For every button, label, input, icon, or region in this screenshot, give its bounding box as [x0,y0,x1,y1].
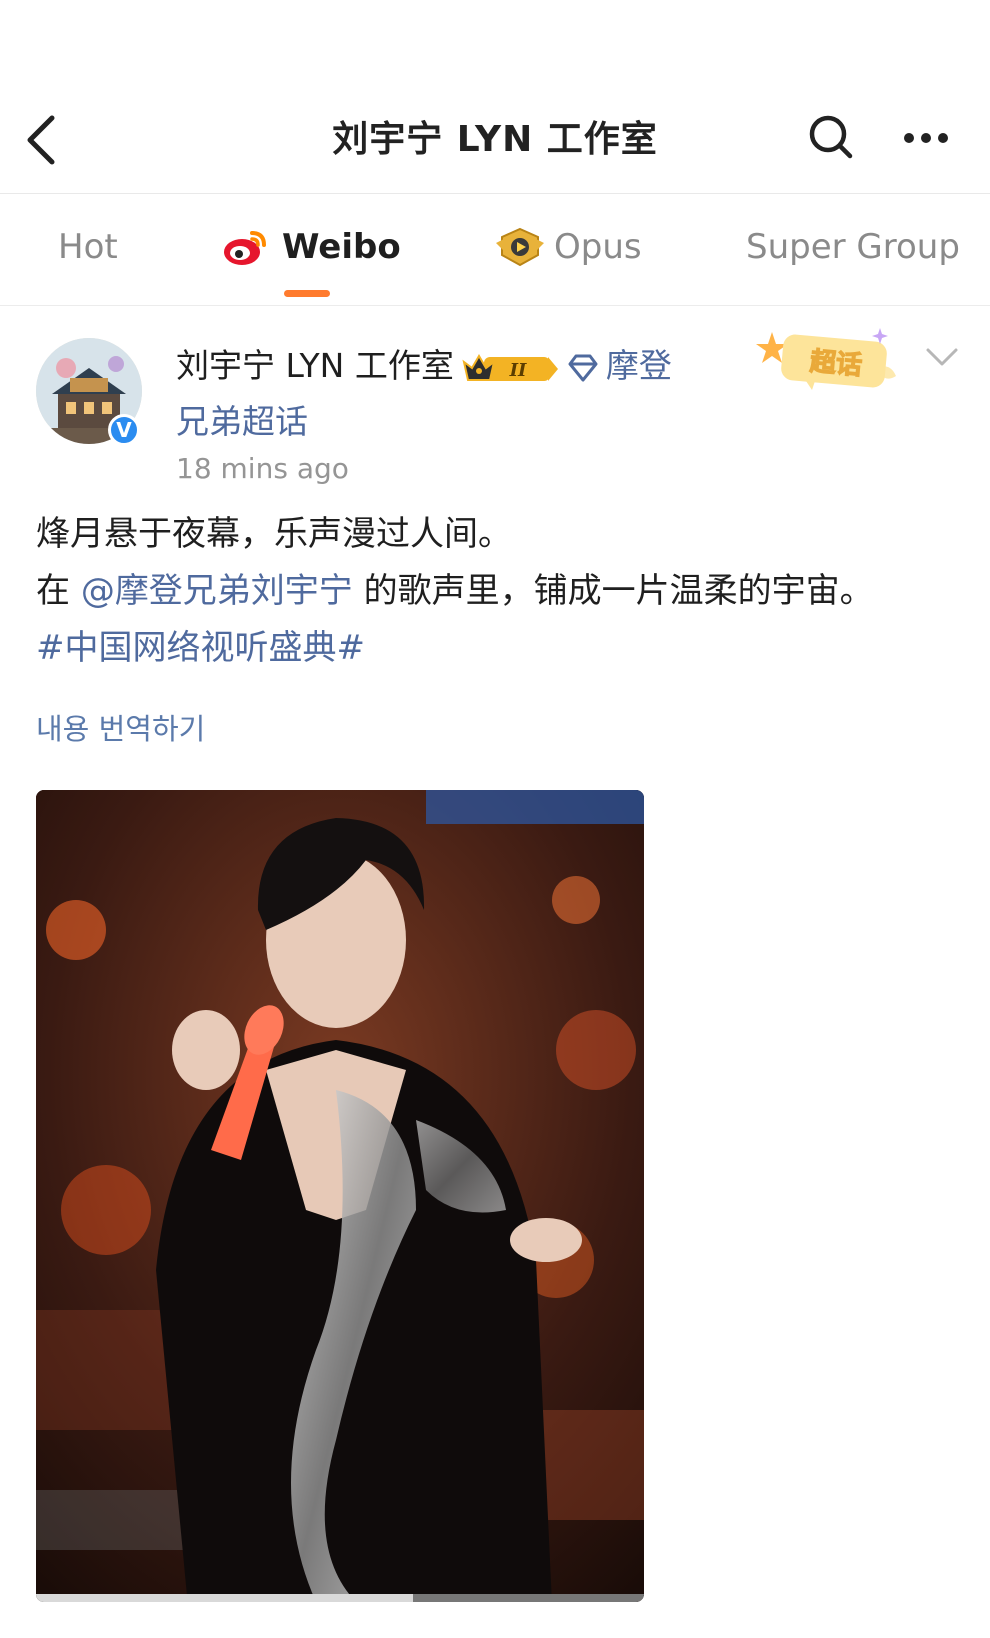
translate-button[interactable]: 내용 번역하기 [36,706,205,748]
search-button[interactable] [808,114,854,160]
post-timestamp: 18 mins ago [176,452,349,485]
post-text-line-2: 在 @摩登兄弟刘宇宁 的歌声里，铺成一片温柔的宇宙。 [36,563,956,620]
tab-hot[interactable]: Hot [58,224,118,270]
chevron-down-icon [926,348,958,366]
singer-photo [36,790,644,1602]
super-topic-sticker-icon[interactable]: 超话 [752,324,912,394]
tab-super-group-label: Super Group [746,227,960,267]
tab-weibo-label: Weibo [282,227,401,267]
post-text-line-1: 烽月悬于夜幕，乐声漫过人间。 [36,514,512,554]
top-navigation-bar: 刘宇宁 LYN 工作室 [0,0,990,194]
post-body: 烽月悬于夜幕，乐声漫过人间。 在 @摩登兄弟刘宇宁 的歌声里，铺成一片温柔的宇宙… [36,506,956,677]
post-text-prefix: 在 [36,571,70,611]
tab-super-group[interactable]: Super Group [746,224,960,270]
profile-tabs: Hot Weibo Opus Super Group [0,194,990,306]
more-options-button[interactable] [900,118,952,158]
more-horizontal-icon [904,133,948,143]
tab-weibo[interactable]: Weibo [222,224,401,270]
hashtag-link[interactable]: #中国网络视听盛典# [36,628,365,668]
image-progress-fill [36,1594,413,1602]
tab-hot-label: Hot [58,227,118,267]
post-text-suffix: 的歌声里，铺成一片温柔的宇宙。 [363,571,874,611]
rank-badge-text: II [508,360,526,381]
fan-rank-crown-icon: II [462,353,558,381]
author-name[interactable]: 刘宇宁 LYN 工作室 [176,346,454,385]
opus-badge-icon [496,227,544,267]
diamond-icon [568,354,598,381]
tab-opus-label: Opus [554,227,642,267]
search-icon [809,115,853,159]
post-menu-button[interactable] [924,338,960,374]
verified-badge: V [108,414,140,446]
post-image[interactable] [36,790,644,1602]
chaohua-label: 超话 [809,347,863,381]
tab-opus[interactable]: Opus [494,224,642,270]
active-tab-indicator [284,290,330,297]
weibo-post-card: V 刘宇宁 LYN 工作室 II 摩登兄弟超话 18 mins ago 超话 烽… [0,306,990,1638]
weibo-logo-icon [224,231,266,265]
mention-link[interactable]: @摩登兄弟刘宇宁 [81,571,353,611]
image-progress-bar [36,1594,644,1602]
author-line: 刘宇宁 LYN 工作室 II 摩登兄弟超话 [176,338,686,450]
